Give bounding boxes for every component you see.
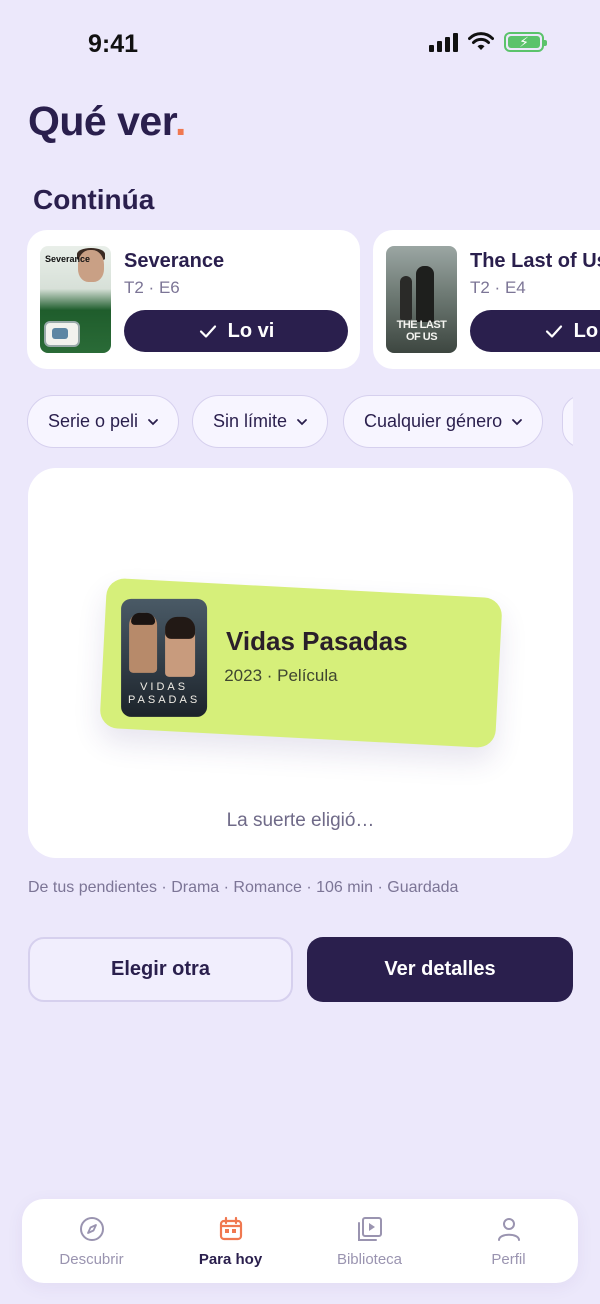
picked-meta: 2023 · Película bbox=[224, 665, 338, 685]
continue-section-title: Continúa bbox=[33, 184, 155, 215]
filter-more-chip[interactable] bbox=[562, 395, 573, 448]
filter-duration-chip[interactable]: Sin límite bbox=[192, 395, 329, 448]
mark-seen-button[interactable]: Lo vi bbox=[470, 310, 600, 352]
continue-carousel[interactable]: Severance Severance T2 · E6 Lo vi THE LA… bbox=[27, 230, 600, 370]
check-icon bbox=[545, 325, 562, 338]
wifi-icon bbox=[468, 32, 494, 50]
battery-icon: ⚡ bbox=[504, 32, 547, 52]
show-episode: T2 · E4 bbox=[470, 278, 526, 297]
chevron-down-icon bbox=[148, 418, 158, 425]
continue-card[interactable]: THE LAST OF US The Last of Us T2 · E4 Lo… bbox=[373, 230, 600, 369]
random-pick-panel: VIDAS PASADAS Vidas Pasadas 2023 · Pelíc… bbox=[28, 468, 573, 858]
tab-bar: Descubrir Para hoy Biblioteca Perfil bbox=[22, 1199, 578, 1283]
status-bar: 9:41 ⚡ bbox=[0, 0, 600, 88]
tab-today[interactable]: Para hoy bbox=[166, 1215, 296, 1268]
user-icon bbox=[497, 1217, 520, 1241]
picked-title: Vidas Pasadas bbox=[226, 626, 408, 657]
chevron-down-icon bbox=[512, 418, 522, 425]
picked-details-line: De tus pendientes · Drama · Romance · 10… bbox=[28, 879, 459, 896]
show-poster: THE LAST OF US bbox=[386, 246, 457, 353]
mark-seen-button[interactable]: Lo vi bbox=[124, 310, 348, 352]
show-title: Severance bbox=[124, 250, 225, 272]
show-title: The Last of Us bbox=[470, 250, 600, 272]
filter-chips: Serie o peli Sin límite Cualquier género bbox=[27, 395, 573, 449]
filter-type-chip[interactable]: Serie o peli bbox=[27, 395, 180, 448]
tab-library[interactable]: Biblioteca bbox=[305, 1215, 435, 1268]
chevron-down-icon bbox=[297, 418, 307, 425]
picked-poster: VIDAS PASADAS bbox=[121, 598, 208, 717]
compass-icon bbox=[79, 1216, 104, 1241]
tab-profile[interactable]: Perfil bbox=[444, 1215, 574, 1268]
tab-discover[interactable]: Descubrir bbox=[27, 1215, 157, 1268]
view-details-button[interactable]: Ver detalles bbox=[307, 937, 573, 1002]
calendar-icon bbox=[219, 1216, 242, 1240]
picked-title-card[interactable]: VIDAS PASADAS Vidas Pasadas 2023 · Pelíc… bbox=[99, 577, 503, 749]
signal-icon bbox=[429, 32, 458, 52]
pick-status-text: La suerte eligió… bbox=[226, 810, 375, 831]
page-title: Qué ver. bbox=[28, 98, 186, 144]
status-time: 9:41 bbox=[88, 30, 139, 58]
show-episode: T2 · E6 bbox=[124, 278, 180, 297]
pick-another-button[interactable]: Elegir otra bbox=[28, 937, 293, 1002]
play-library-icon bbox=[357, 1216, 382, 1241]
check-icon bbox=[199, 325, 216, 338]
filter-genre-chip[interactable]: Cualquier género bbox=[343, 395, 544, 448]
show-poster: Severance bbox=[40, 246, 111, 353]
status-icons: ⚡ bbox=[429, 32, 547, 52]
continue-card[interactable]: Severance Severance T2 · E6 Lo vi bbox=[27, 230, 360, 369]
